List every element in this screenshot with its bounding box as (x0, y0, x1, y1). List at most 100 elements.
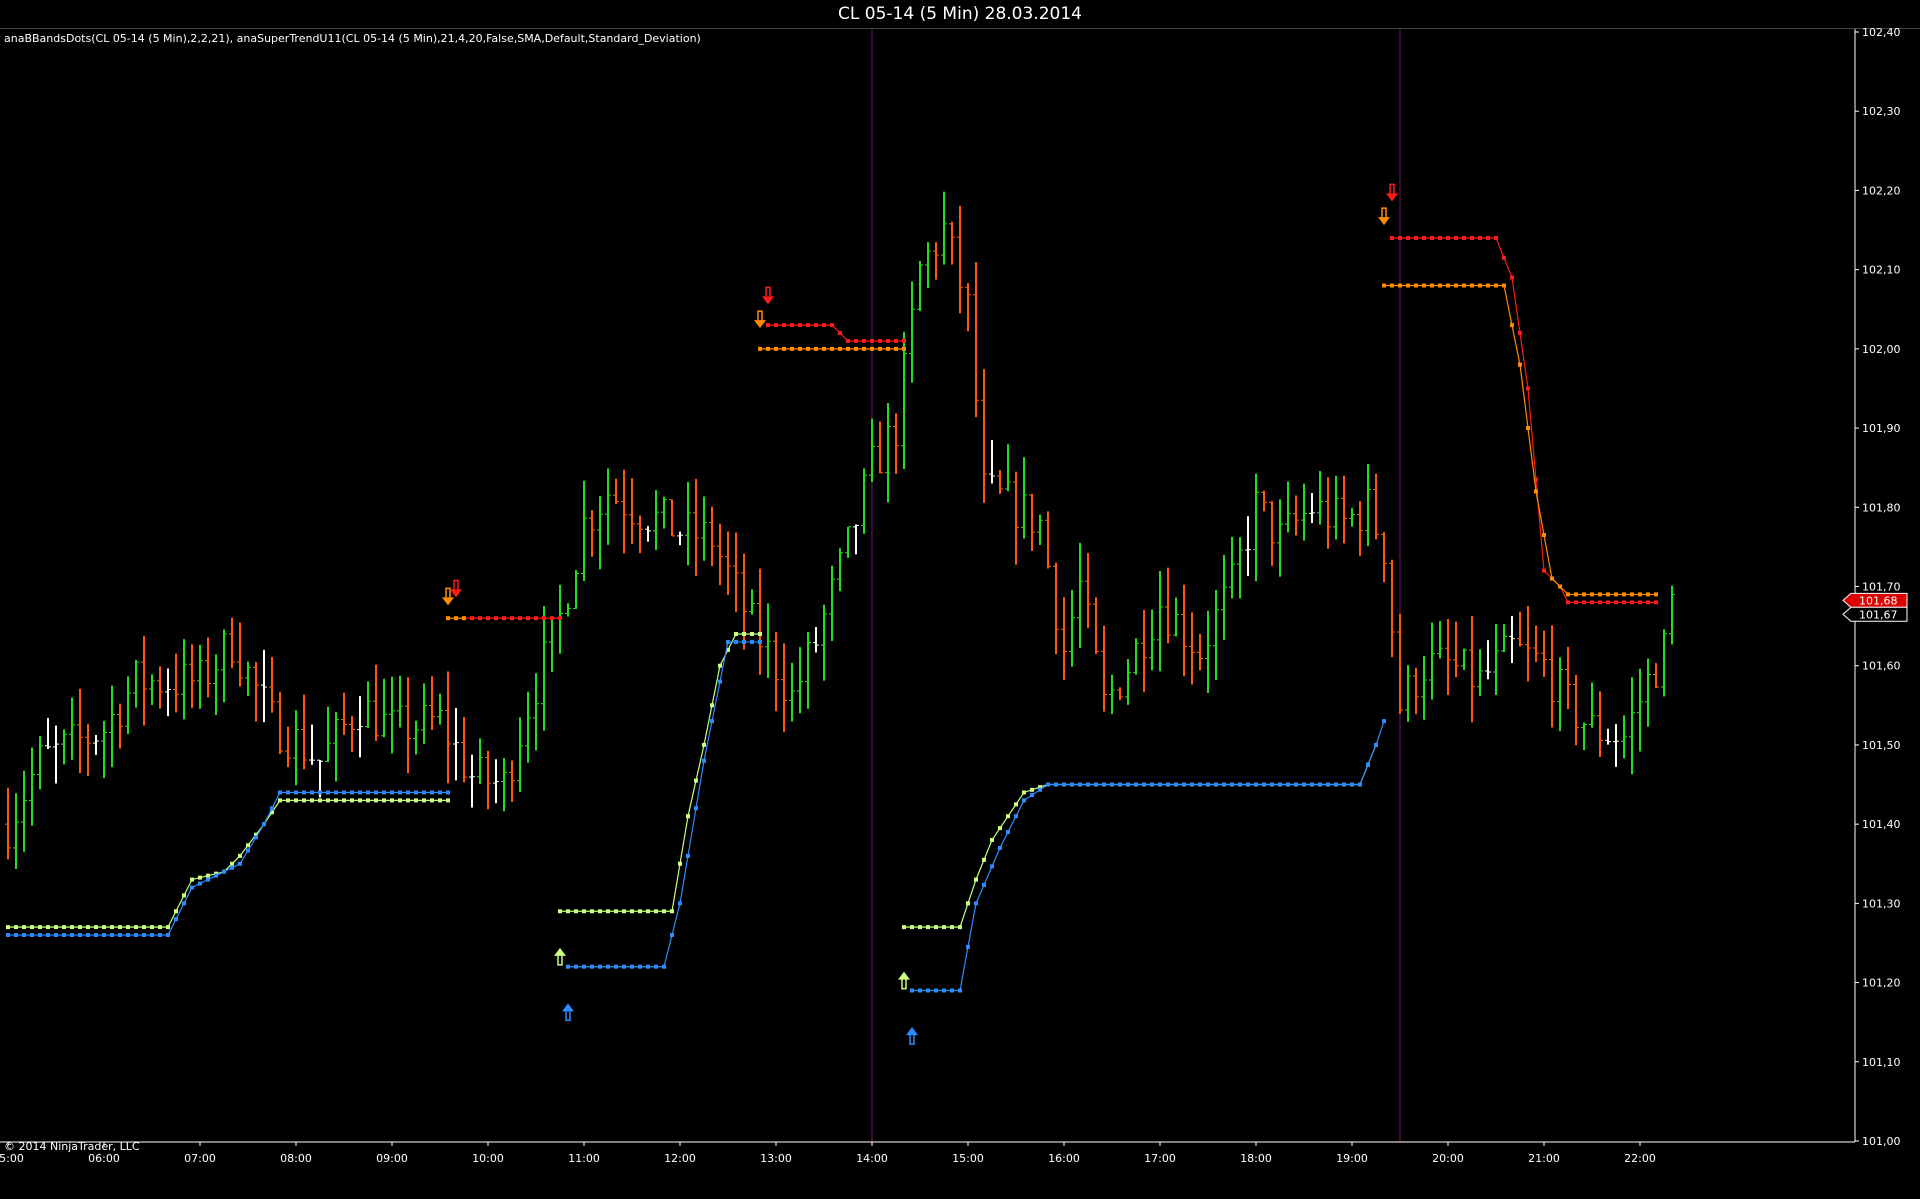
supertrend-dot (1510, 275, 1514, 280)
supertrend-dot (1654, 592, 1658, 597)
supertrend-dot (1646, 600, 1650, 605)
supertrend-dot (1654, 600, 1658, 605)
x-tick-label: 22:00 (1624, 1152, 1656, 1165)
supertrend-dot (878, 346, 882, 351)
supertrend-dot (1358, 782, 1362, 787)
y-tick-label: 101,80 (1862, 501, 1901, 514)
supertrend-dot (806, 346, 810, 351)
supertrend-dot (454, 616, 458, 621)
y-tick-label: 102,00 (1862, 343, 1901, 356)
supertrend-dot (366, 790, 370, 795)
supertrend-dot (126, 933, 130, 938)
supertrend-dot (894, 338, 898, 343)
supertrend-dot (1622, 592, 1626, 597)
supertrend-dot (182, 893, 186, 898)
supertrend-dot (582, 909, 586, 914)
supertrend-dot (374, 790, 378, 795)
supertrend-dot (414, 798, 418, 803)
supertrend-dot (950, 925, 954, 930)
supertrend-dot (950, 988, 954, 993)
supertrend-dot (358, 798, 362, 803)
supertrend-dot (878, 338, 882, 343)
supertrend-dot (782, 323, 786, 328)
supertrend-dot (1326, 782, 1330, 787)
supertrend-dot (790, 346, 794, 351)
supertrend-dot (902, 338, 906, 343)
supertrend-dot (622, 909, 626, 914)
supertrend-dot (646, 909, 650, 914)
supertrend-dot (630, 909, 634, 914)
supertrend-dot (1646, 592, 1650, 597)
supertrend-dot (1606, 600, 1610, 605)
supertrend-dot (1038, 787, 1042, 792)
supertrend-dot (286, 798, 290, 803)
y-tick-label: 101,50 (1862, 739, 1901, 752)
supertrend-dot (190, 877, 194, 882)
supertrend-dot (1478, 283, 1482, 288)
supertrend-dot (422, 790, 426, 795)
current-price-label: 101,68 (1859, 594, 1898, 607)
supertrend-dot (1014, 802, 1018, 807)
supertrend-dot (22, 933, 26, 938)
y-tick-label: 101,60 (1862, 660, 1901, 673)
supertrend-dot (318, 790, 322, 795)
x-tick-label: 15:00 (952, 1152, 984, 1165)
supertrend-dot (926, 925, 930, 930)
supertrend-dot (1598, 600, 1602, 605)
supertrend-dot (1438, 283, 1442, 288)
supertrend-dot (6, 925, 10, 930)
supertrend-dot (350, 798, 354, 803)
supertrend-dot (830, 346, 834, 351)
supertrend-dot (838, 346, 842, 351)
supertrend-dot (1198, 782, 1202, 787)
supertrend-dot (566, 964, 570, 969)
supertrend-dot (206, 873, 210, 878)
supertrend-dot (94, 925, 98, 930)
supertrend-dot (662, 964, 666, 969)
supertrend-dot (854, 346, 858, 351)
supertrend-dot (1462, 235, 1466, 240)
y-tick-label: 101,20 (1862, 977, 1901, 990)
supertrend-dot (422, 798, 426, 803)
supertrend-dot (1502, 255, 1506, 260)
supertrend-dot (1606, 592, 1610, 597)
supertrend-dot (1150, 782, 1154, 787)
supertrend-dot (870, 338, 874, 343)
supertrend-dot (30, 933, 34, 938)
supertrend-dot (606, 909, 610, 914)
supertrend-dot (334, 798, 338, 803)
y-tick-label: 102,30 (1862, 105, 1901, 118)
supertrend-dot (710, 719, 714, 724)
supertrend-dot (302, 790, 306, 795)
supertrend-dot (1582, 600, 1586, 605)
supertrend-dot (1598, 592, 1602, 597)
supertrend-dot (38, 933, 42, 938)
supertrend-dot (942, 925, 946, 930)
price-chart[interactable]: 102,40 102,30 102,20 102,10 102,00 101,90 101,… (0, 0, 1920, 1199)
supertrend-dot (406, 798, 410, 803)
supertrend-dot (358, 790, 362, 795)
x-tick-label: 12:00 (664, 1152, 696, 1165)
supertrend-dot (806, 323, 810, 328)
supertrend-dot (238, 861, 242, 866)
supertrend-dot (1310, 782, 1314, 787)
supertrend-dot (78, 933, 82, 938)
supertrend-dot (1414, 283, 1418, 288)
supertrend-dot (566, 909, 570, 914)
x-tick-label: 08:00 (280, 1152, 312, 1165)
supertrend-dot (1022, 798, 1026, 803)
supertrend-dot (1454, 283, 1458, 288)
supertrend-dot (1342, 782, 1346, 787)
supertrend-dot (1558, 584, 1562, 589)
x-tick-label: 20:00 (1432, 1152, 1464, 1165)
supertrend-dot (118, 933, 122, 938)
supertrend-dot (1126, 782, 1130, 787)
supertrend-dot (550, 616, 554, 621)
supertrend-dot (166, 925, 170, 930)
supertrend-dot (1590, 600, 1594, 605)
y-tick-label: 101,40 (1862, 818, 1901, 831)
supertrend-dot (614, 909, 618, 914)
supertrend-dot (1006, 814, 1010, 819)
supertrend-dot (702, 742, 706, 747)
supertrend-dot (62, 933, 66, 938)
